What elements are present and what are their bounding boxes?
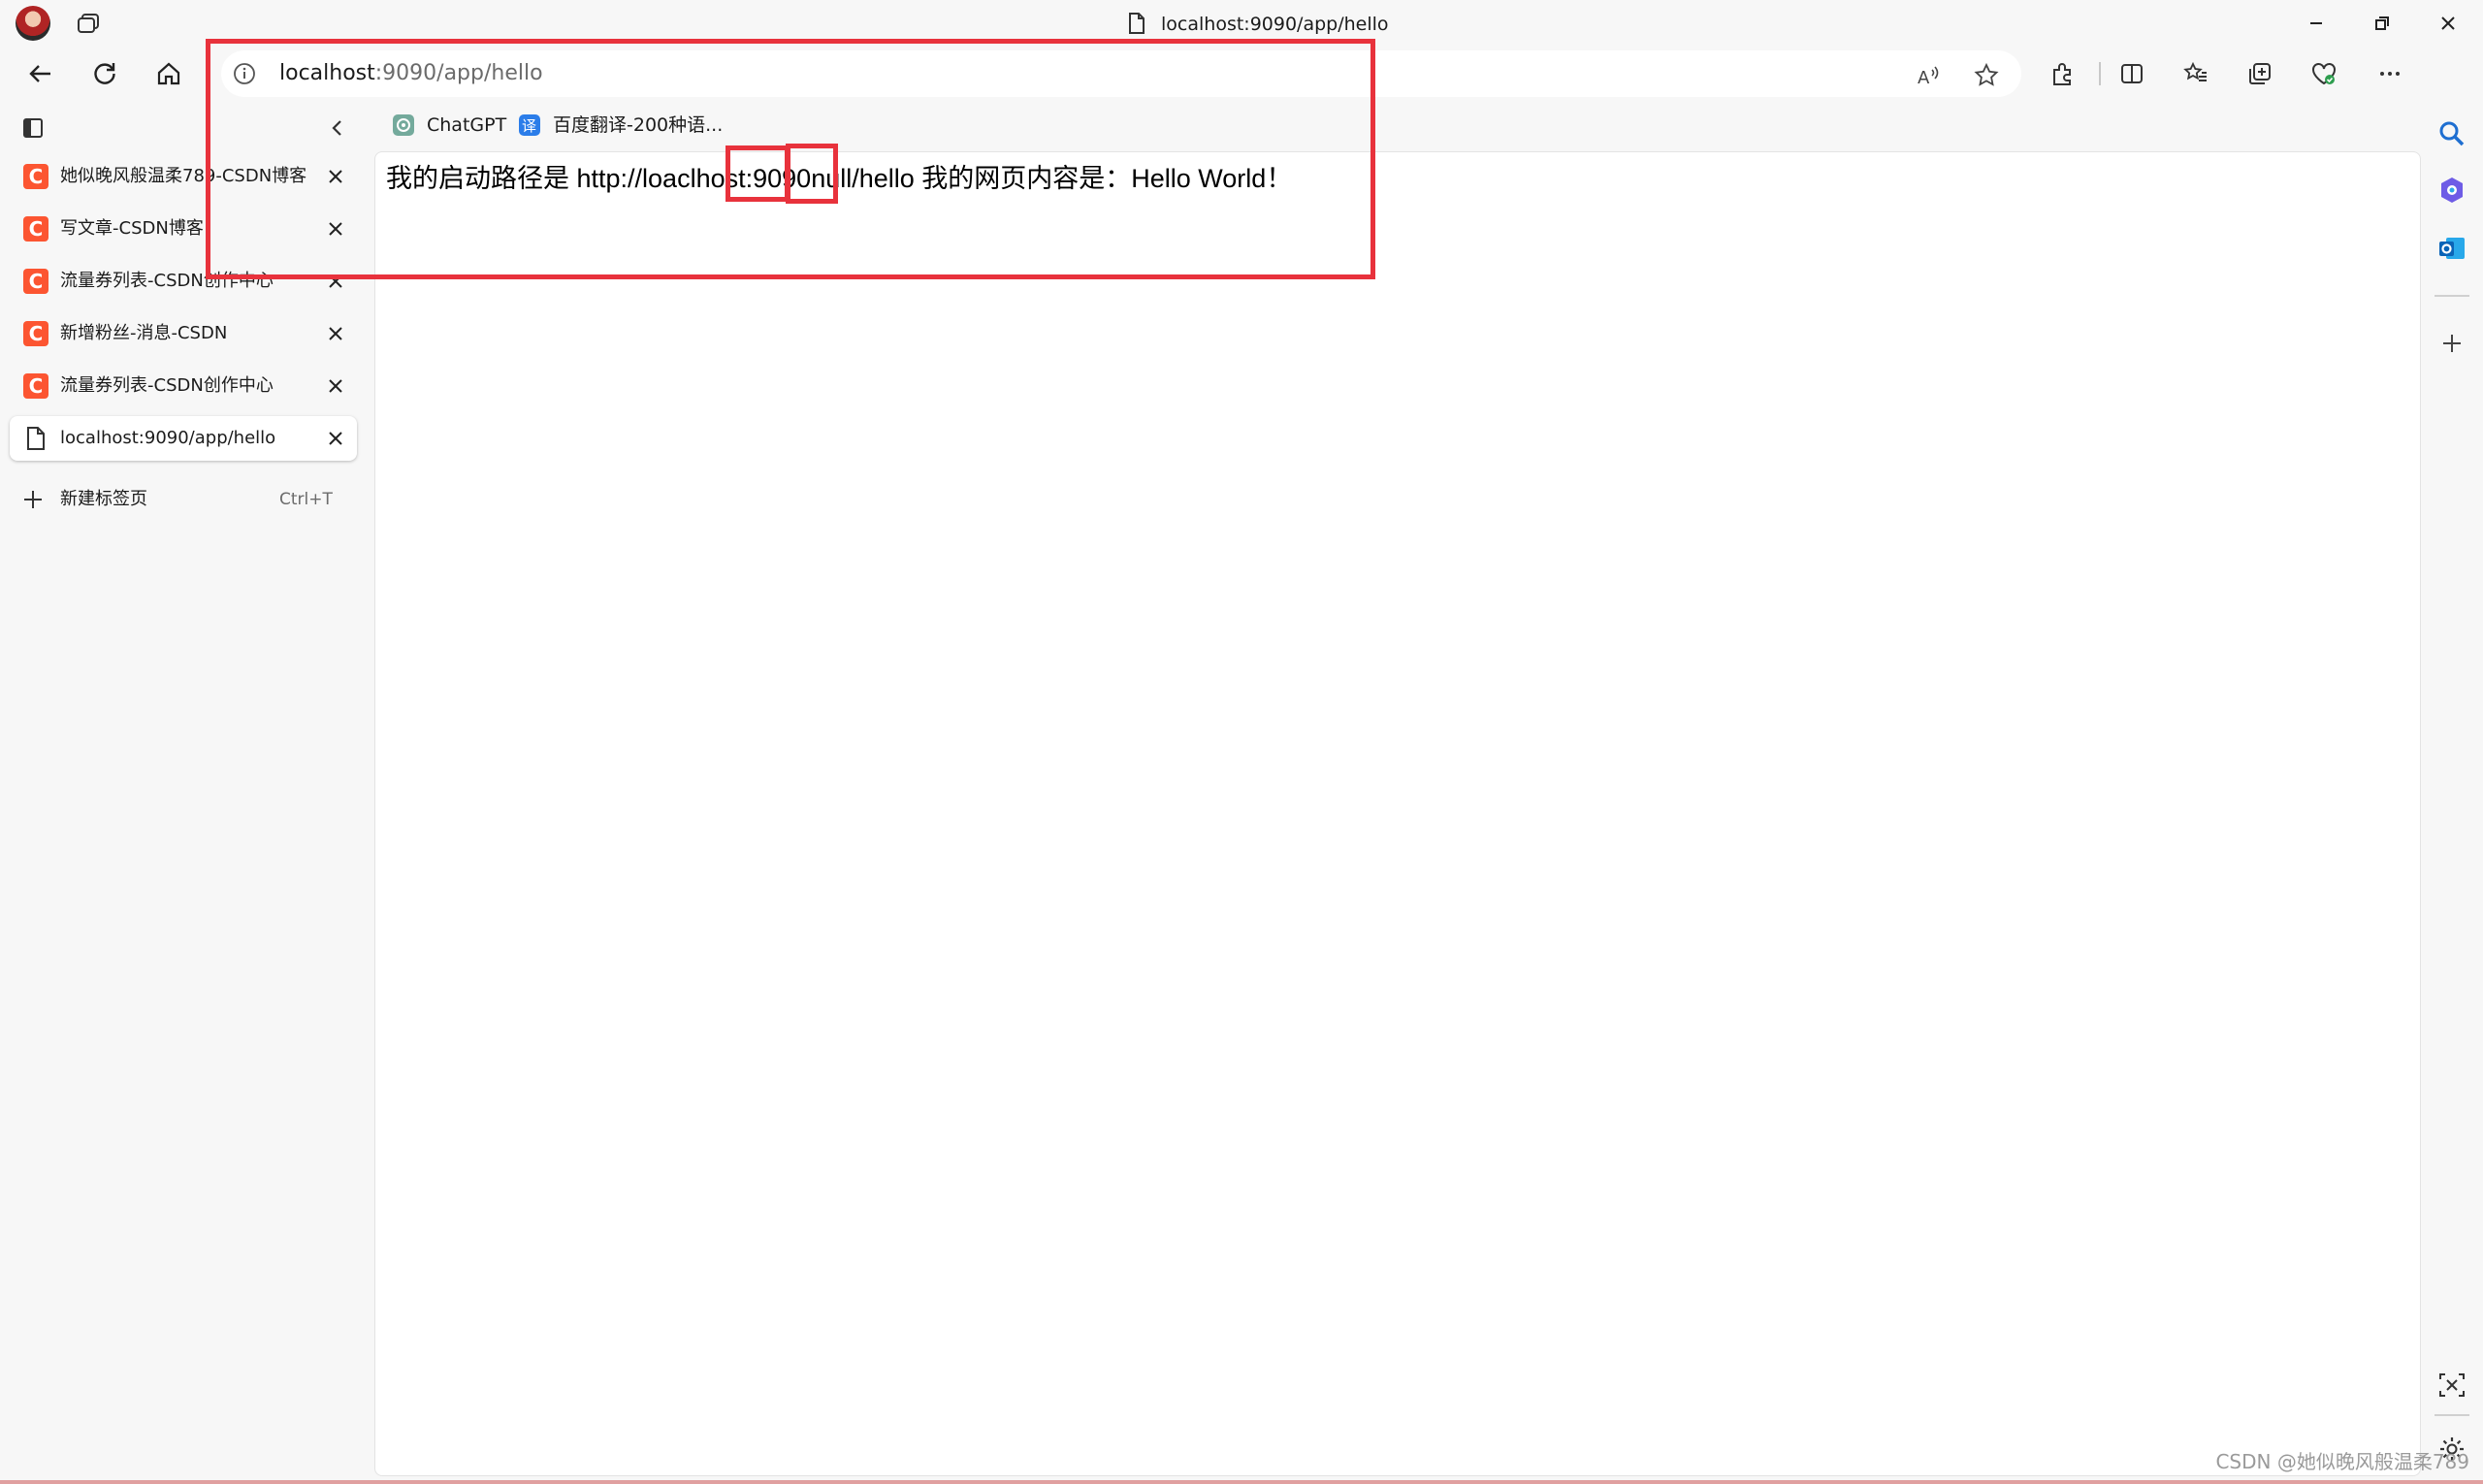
text-suffix: /hello 我的网页内容是：Hello World！: [852, 164, 1293, 193]
add-sidebar-app-button[interactable]: [2438, 330, 2466, 357]
outlook-button[interactable]: [2436, 233, 2467, 264]
text-prefix: 我的启动路径是 http://loaclhost:: [386, 164, 754, 193]
vertical-tab[interactable]: C 流量券列表-CSDN创作中心: [10, 364, 357, 408]
close-icon: [329, 379, 342, 393]
vertical-tab[interactable]: C 写文章-CSDN博客: [10, 207, 357, 251]
favorite-star-button[interactable]: [1965, 54, 2008, 97]
baidu-translate-icon: 译: [518, 113, 541, 137]
new-tab-shortcut: Ctrl+T: [279, 490, 333, 509]
vertical-tab[interactable]: C 新增粉丝-消息-CSDN: [10, 311, 357, 356]
tab-label: 她似晚风般温柔789-CSDN博客: [60, 166, 307, 186]
favorite-label: 百度翻译-200种语...: [553, 114, 724, 136]
csdn-icon: C: [23, 269, 48, 294]
close-tab-button[interactable]: [322, 425, 349, 452]
rail-divider: [2435, 295, 2469, 297]
favorite-star-icon: [1974, 62, 1999, 86]
window-title: localhost:9090/app/hello: [1161, 14, 1389, 35]
search-icon: [2439, 121, 2465, 146]
split-screen-button[interactable]: [2111, 52, 2153, 95]
tab-label: localhost:9090/app/hello: [60, 428, 276, 448]
close-icon: [329, 170, 342, 183]
collections-button[interactable]: [2239, 52, 2281, 95]
close-tab-button[interactable]: [322, 320, 349, 347]
close-window-button[interactable]: [2413, 0, 2483, 47]
split-screen-icon: [2121, 64, 2143, 83]
read-aloud-icon: A: [1918, 66, 1939, 88]
favorites-icon: [2183, 61, 2207, 81]
browser-essentials-button[interactable]: [2303, 52, 2345, 95]
tab-actions-icon[interactable]: [76, 12, 103, 35]
refresh-icon: [94, 63, 115, 84]
bottom-edge: [0, 1480, 2483, 1484]
extensions-icon: [2053, 63, 2071, 85]
document-icon: [1128, 12, 1145, 35]
csdn-icon: C: [23, 164, 48, 189]
new-tab-label: 新建标签页: [60, 489, 147, 509]
url-path: :9090/app/hello: [374, 61, 543, 85]
copilot-sidebar-button[interactable]: [2436, 175, 2467, 206]
vertical-tab-active[interactable]: localhost:9090/app/hello: [10, 416, 357, 461]
close-icon: [329, 274, 342, 288]
close-tab-button[interactable]: [322, 268, 349, 295]
back-icon: [29, 65, 50, 82]
home-button[interactable]: [147, 52, 190, 95]
screenshot-icon: [2439, 1373, 2465, 1397]
rail-divider: [2435, 1414, 2469, 1416]
tab-label: 写文章-CSDN博客: [60, 218, 204, 239]
collapse-pane-chevron-icon[interactable]: [324, 114, 351, 142]
vertical-tab[interactable]: C 流量券列表-CSDN创作中心: [10, 259, 357, 304]
page-content: [374, 151, 2421, 1476]
plus-icon: [21, 488, 45, 511]
close-tab-button[interactable]: [322, 163, 349, 190]
close-icon: [329, 222, 342, 236]
refresh-button[interactable]: [83, 52, 126, 95]
vertical-tab[interactable]: C 她似晚风般温柔789-CSDN博客: [10, 154, 357, 199]
close-tab-button[interactable]: [322, 372, 349, 400]
discover-icon: [2441, 177, 2463, 203]
port-value: 9090: [753, 164, 812, 193]
extensions-button[interactable]: [2041, 52, 2083, 95]
new-tab-button[interactable]: 新建标签页 Ctrl+T: [10, 477, 357, 522]
csdn-icon: C: [23, 216, 48, 242]
svg-text:译: 译: [522, 117, 536, 135]
minimize-button[interactable]: [2281, 0, 2351, 47]
restore-button[interactable]: [2347, 0, 2417, 47]
tab-label: 流量券列表-CSDN创作中心: [60, 271, 274, 291]
favorite-label: ChatGPT: [427, 114, 507, 136]
info-icon[interactable]: [233, 62, 256, 85]
address-url[interactable]: localhost:9090/app/hello: [279, 58, 543, 89]
more-button[interactable]: [2369, 52, 2411, 95]
favorites-button[interactable]: [2175, 52, 2217, 95]
context-path-value: null: [811, 164, 853, 193]
watermark: CSDN @她似晚风般温柔789: [2215, 1450, 2469, 1473]
csdn-icon: C: [23, 321, 48, 346]
close-icon: [329, 327, 342, 340]
plus-icon: [2443, 335, 2461, 352]
browser-essentials-icon: [2312, 63, 2336, 85]
screenshot-button[interactable]: [2436, 1370, 2467, 1401]
tab-label: 新增粉丝-消息-CSDN: [60, 323, 228, 343]
toolbar-divider: [2099, 62, 2101, 85]
tab-pane-toggle-icon[interactable]: [21, 116, 45, 140]
profile-avatar[interactable]: [16, 6, 50, 41]
csdn-icon: C: [23, 373, 48, 399]
url-host: localhost: [279, 61, 375, 85]
outlook-icon: [2439, 238, 2465, 259]
search-sidebar-button[interactable]: [2436, 118, 2467, 149]
svg-text:A: A: [1918, 68, 1930, 88]
read-aloud-button[interactable]: A: [1907, 54, 1950, 97]
collections-icon: [2249, 63, 2271, 84]
more-icon: [2380, 72, 2400, 76]
chatgpt-icon: [392, 113, 415, 137]
back-button[interactable]: [19, 52, 62, 95]
home-icon: [157, 62, 180, 85]
close-icon: [329, 432, 342, 445]
document-icon: [25, 426, 47, 451]
close-tab-button[interactable]: [322, 215, 349, 242]
vertical-tabs-pane: [0, 101, 371, 1484]
page-body-text: 我的启动路径是 http://loaclhost:9090null/hello …: [386, 159, 1292, 198]
tab-label: 流量券列表-CSDN创作中心: [60, 375, 274, 396]
